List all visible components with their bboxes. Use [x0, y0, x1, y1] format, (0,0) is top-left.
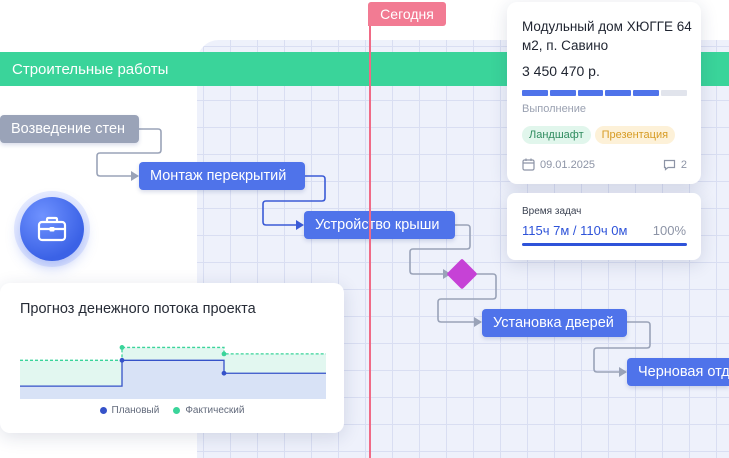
- progress-caption: Выполнение: [522, 103, 587, 115]
- briefcase-glyph: [37, 216, 67, 242]
- today-line: [369, 25, 371, 458]
- tag-presentation[interactable]: Презентация: [594, 126, 676, 144]
- progress-segment: [661, 90, 687, 96]
- data-point[interactable]: [221, 351, 227, 357]
- project-comments[interactable]: 2: [663, 158, 687, 171]
- task-bar-floors[interactable]: Монтаж перекрытий: [139, 162, 305, 190]
- project-tags: Ландшафт Презентация: [522, 126, 676, 144]
- legend-actual-dot: [173, 407, 181, 414]
- task-time-label: Время задач: [522, 206, 582, 217]
- progress-segment: [605, 90, 632, 96]
- task-bar-roof[interactable]: Устройство крыши: [304, 211, 455, 239]
- cashflow-legend: Плановый Фактический: [0, 405, 344, 416]
- project-date: 09.01.2025: [522, 158, 595, 171]
- comment-icon: [663, 159, 675, 171]
- cashflow-title: Прогноз денежного потока проекта: [20, 301, 256, 317]
- project-footer: 09.01.2025 2: [522, 158, 687, 171]
- calendar-icon: [522, 158, 535, 171]
- task-bar-doors[interactable]: Установка дверей: [482, 309, 627, 337]
- legend-planned-label: Плановый: [111, 405, 160, 416]
- legend-actual: Фактический: [173, 405, 244, 416]
- progress-segment: [633, 90, 660, 96]
- data-point[interactable]: [119, 357, 125, 363]
- progress-segment: [522, 90, 548, 96]
- legend-actual-label: Фактический: [185, 405, 245, 416]
- task-label: Устройство крыши: [315, 217, 440, 233]
- task-time-percent: 100%: [652, 223, 686, 238]
- project-card[interactable]: Модульный дом ХЮГГЕ 64 м2, п. Савино 3 4…: [507, 2, 701, 184]
- briefcase-icon[interactable]: [20, 197, 84, 261]
- cashflow-card: Прогноз денежного потока проекта Плановы…: [0, 283, 344, 433]
- progress-segment: [577, 90, 604, 96]
- project-title: Модульный дом ХЮГГЕ 64 м2, п. Савино: [522, 19, 692, 53]
- task-time-value: 115ч 7м / 110ч 0м: [522, 223, 628, 238]
- task-label: Черновая отд: [638, 364, 729, 380]
- task-label: Возведение стен: [11, 121, 126, 137]
- task-label: Монтаж перекрытий: [150, 168, 287, 184]
- legend-planned: Плановый: [99, 405, 160, 416]
- task-label: Установка дверей: [493, 315, 614, 331]
- data-point[interactable]: [221, 370, 227, 376]
- tag-landscape[interactable]: Ландшафт: [522, 126, 591, 144]
- project-date-text: 09.01.2025: [540, 158, 596, 171]
- project-price: 3 450 470 р.: [522, 63, 600, 79]
- legend-planned-dot: [99, 407, 107, 414]
- today-label: Сегодня: [368, 2, 446, 26]
- task-bar-rough-finish[interactable]: Черновая отд: [627, 358, 729, 386]
- cashflow-chart: [20, 345, 326, 399]
- project-progress-bar: [522, 90, 687, 96]
- task-time-card: Время задач 115ч 7м / 110ч 0м 100%: [507, 193, 701, 260]
- data-point[interactable]: [119, 345, 125, 350]
- project-comments-count: 2: [680, 158, 687, 171]
- progress-segment: [549, 90, 576, 96]
- task-bar-walls[interactable]: Возведение стен: [0, 115, 139, 143]
- task-time-bar: [522, 243, 687, 246]
